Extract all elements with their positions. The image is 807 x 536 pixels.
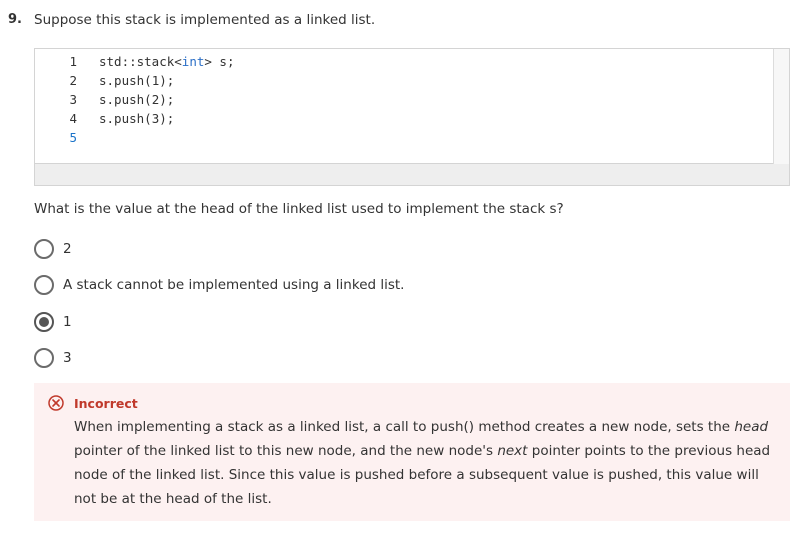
line-number: 4 [69, 111, 77, 126]
option-label: 1 [63, 314, 72, 330]
radio-button[interactable] [34, 275, 54, 295]
question-number: 9. [8, 12, 22, 27]
feedback-explanation: When implementing a stack as a linked li… [74, 419, 771, 507]
radio-button[interactable] [34, 348, 54, 368]
line-number: 1 [69, 54, 77, 69]
radio-button[interactable] [34, 239, 54, 259]
code-scrollbar[interactable] [773, 49, 789, 165]
feedback-panel: Incorrect When implementing a stack as a… [34, 383, 790, 521]
line-number: 3 [69, 92, 77, 107]
code-text: s.push(3); [99, 111, 175, 126]
code-footer-bar [34, 164, 790, 186]
code-text: s.push(1); [99, 73, 175, 88]
feedback-status: Incorrect [74, 396, 138, 411]
line-number: 5 [69, 130, 77, 145]
question-prompt: What is the value at the head of the lin… [34, 201, 564, 217]
option-label: 3 [63, 350, 72, 366]
option-label: 2 [63, 241, 72, 257]
incorrect-x-icon [48, 395, 64, 411]
line-number: 2 [69, 73, 77, 88]
question-title: Suppose this stack is implemented as a l… [34, 12, 376, 28]
option-label: A stack cannot be implemented using a li… [63, 277, 405, 293]
code-editor: 1 std::stack<int> s; 2 s.push(1); 3 s.pu… [34, 48, 790, 165]
code-text: s.push(2); [99, 92, 175, 107]
radio-button-selected[interactable] [34, 312, 54, 332]
code-text: std::stack<int> s; [99, 54, 235, 69]
